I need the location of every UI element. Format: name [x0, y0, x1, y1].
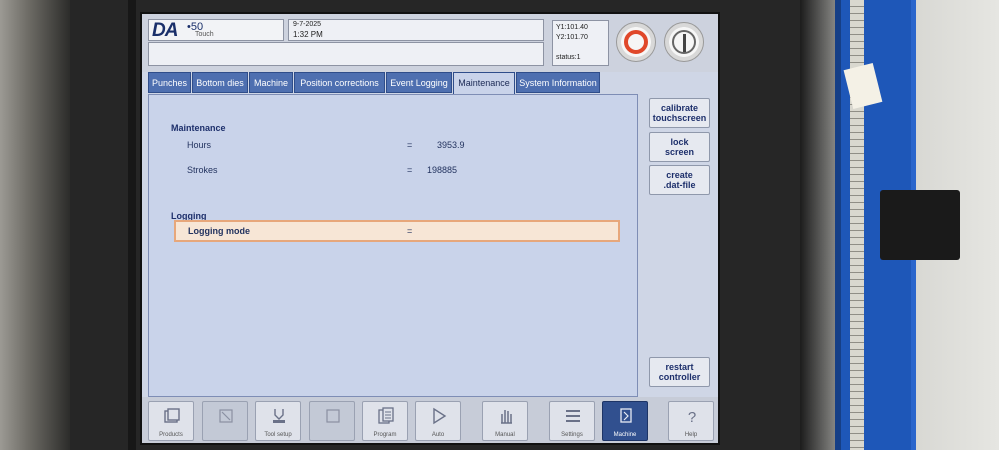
create-dat-file-button[interactable]: create .dat-file [649, 165, 710, 195]
nav-auto[interactable]: Auto [415, 401, 461, 441]
machine-icon [620, 408, 632, 423]
svg-text:?: ? [688, 409, 696, 425]
maintenance-panel: Maintenance Hours = 3953.9 Strokes = 198… [148, 94, 638, 397]
tab-punches[interactable]: Punches [148, 72, 191, 93]
restart-line1: restart [665, 362, 694, 372]
nav-program[interactable]: Program [362, 401, 408, 441]
program-icon [378, 407, 394, 424]
nav-manual-label: Manual [495, 432, 515, 438]
nav-program-label: Program [373, 432, 397, 438]
calibrate-line1: calibrate [660, 103, 699, 113]
logging-mode-label: Logging mode [188, 226, 250, 236]
nav-blank-2[interactable] [309, 401, 355, 441]
tab-system-information[interactable]: System Information [516, 72, 600, 93]
restart-line2: controller [658, 372, 701, 382]
nav-tool-setup-label: Tool setup [264, 432, 292, 438]
play-icon [433, 407, 447, 425]
nav-machine-label: Machine [613, 432, 637, 438]
axis-y1: Y1:101.40 [556, 24, 588, 31]
message-bar [148, 42, 544, 66]
nav-machine[interactable]: Machine [602, 401, 648, 441]
nav-settings[interactable]: Settings [549, 401, 595, 441]
hours-equals: = [407, 140, 413, 150]
machine-bracket [880, 190, 960, 260]
logo-da-text: DA [152, 20, 178, 41]
bottom-navigation: Products Tool setup Program Auto Manual [142, 397, 718, 443]
start-bar-icon [683, 34, 686, 52]
axis-y2: Y2:101.70 [556, 34, 588, 41]
help-icon: ? [688, 409, 696, 425]
blank-icon [326, 409, 340, 423]
nav-manual[interactable]: Manual [482, 401, 528, 441]
nav-products-label: Products [159, 432, 183, 438]
create-line1: create [666, 170, 693, 180]
calibrate-line2: touchscreen [652, 113, 707, 123]
axis-readout: Y1:101.40 Y2:101.70 status:1 [552, 20, 609, 66]
restart-controller-button[interactable]: restart controller [649, 357, 710, 387]
settings-icon [566, 410, 580, 422]
products-icon [164, 408, 180, 423]
logo-sub: Touch [195, 31, 214, 38]
tab-machine[interactable]: Machine [249, 72, 293, 93]
nav-blank-1[interactable] [202, 401, 248, 441]
top-bar: DA •50 Touch 9-7-2025 1:32 PM Y1:101.40 … [142, 14, 718, 72]
date-time-box: 9-7-2025 1:32 PM [288, 19, 687, 44]
strokes-label: Strokes [187, 165, 218, 175]
status-text: status:1 [556, 54, 581, 61]
lock-screen-button[interactable]: lock screen [649, 132, 710, 162]
controller-screen: DA •50 Touch 9-7-2025 1:32 PM Y1:101.40 … [140, 12, 720, 445]
time-text: 1:32 PM [293, 30, 323, 39]
lock-line1: lock [670, 137, 689, 147]
start-button[interactable] [664, 22, 704, 62]
hours-label: Hours [187, 140, 212, 150]
nav-tool-setup[interactable]: Tool setup [255, 401, 301, 441]
maintenance-title: Maintenance [171, 123, 226, 133]
blank-icon [219, 409, 233, 423]
strokes-value: 198885 [427, 165, 458, 175]
logging-mode-row[interactable]: Logging mode = [174, 220, 620, 242]
tab-event-logging[interactable]: Event Logging [386, 72, 452, 93]
tab-position-corrections[interactable]: Position corrections [294, 72, 385, 93]
hours-value: 3953.9 [437, 140, 465, 150]
date-text: 9-7-2025 [293, 21, 322, 28]
hand-icon [501, 410, 512, 424]
stop-button[interactable] [616, 22, 656, 62]
strokes-equals: = [407, 165, 413, 175]
tab-maintenance[interactable]: Maintenance [453, 72, 515, 95]
nav-help[interactable]: ? Help [668, 401, 714, 441]
tool-setup-icon [273, 409, 285, 423]
lock-line2: screen [664, 147, 695, 157]
background-left [0, 0, 70, 450]
calibrate-touchscreen-button[interactable]: calibrate touchscreen [649, 98, 710, 128]
create-line2: .dat-file [663, 180, 696, 190]
logging-mode-equals: = [407, 226, 413, 236]
nav-help-label: Help [684, 432, 698, 438]
nav-products[interactable]: Products [148, 401, 194, 441]
nav-settings-label: Settings [561, 432, 583, 438]
logo: DA •50 Touch [148, 19, 284, 41]
stop-icon [624, 30, 648, 54]
tab-bottom-dies[interactable]: Bottom dies [192, 72, 248, 93]
nav-auto-label: Auto [431, 432, 445, 438]
monitor-edge [128, 0, 136, 450]
tab-bar: Punches Bottom dies Machine Position cor… [148, 72, 718, 95]
